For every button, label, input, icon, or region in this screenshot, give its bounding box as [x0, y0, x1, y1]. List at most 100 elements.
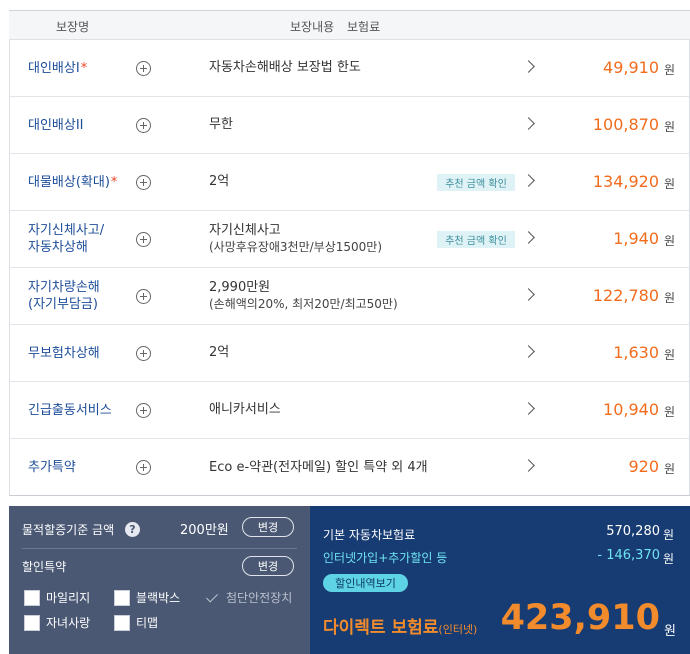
coverage-row[interactable]: 대인배상II 무한 100,870 원 — [10, 97, 689, 154]
coverage-row[interactable]: 긴급출동서비스 애니카서비스 10,940 원 — [10, 382, 689, 439]
checkbox-box[interactable] — [114, 589, 130, 606]
coverage-name-text: 대물배상(확대)* — [28, 174, 117, 191]
premium-unit: 원 — [663, 291, 675, 305]
recommended-amount-badge[interactable]: 추천 금액 확인 — [437, 174, 515, 191]
recommended-amount-badge[interactable]: 추천 금액 확인 — [437, 231, 515, 248]
coverage-row[interactable]: 자기차량손해 (자기부담금) 2,990만원 (손해액의20%, 최저20만/최고50… — [10, 268, 689, 325]
premium-unit: 원 — [663, 462, 675, 476]
checkbox-box[interactable] — [24, 614, 40, 631]
coverage-content-main: 2,990만원 — [209, 280, 271, 295]
coverage-name-text: 자기신체사고/자동차상해 — [28, 222, 104, 256]
chevron-right-icon[interactable] — [522, 231, 535, 244]
premium-unit: 원 — [663, 177, 675, 191]
coverage-name: 추가특약 — [28, 439, 143, 496]
advanced-safety-label: 첨단안전장치 — [226, 591, 293, 605]
blackbox-checkbox[interactable]: 블랙박스 — [114, 589, 180, 606]
premium-amount: 10,940 — [603, 400, 659, 419]
coverage-content-main: 2억 — [209, 174, 230, 189]
coverage-name-line: 대물배상(확대) — [28, 174, 110, 190]
checkbox-box[interactable] — [114, 614, 130, 631]
coverage-name-text: 긴급출동서비스 — [28, 402, 112, 419]
coverage-content-detail: (손해액의20%, 최저20만/최고50만) — [209, 297, 398, 311]
coverage-name-line: 긴급출동서비스 — [28, 402, 112, 418]
change-threshold-button[interactable]: 변경 — [242, 517, 294, 537]
view-discount-details-button[interactable]: 할인내역보기 — [323, 574, 408, 592]
coverage-name: 대인배상II — [28, 97, 143, 153]
expand-plus-icon[interactable] — [136, 61, 151, 76]
discount-label: 인터넷가입+추가할인 등 — [323, 551, 448, 565]
coverage-name-text: 대인배상II — [28, 117, 84, 134]
chevron-right-icon[interactable] — [522, 345, 535, 358]
coverage-content: 자동차손해배상 보장법 한도 — [209, 40, 361, 96]
coverage-name-line: 자기신체사고/ — [28, 223, 105, 238]
mileage-label: 마일리지 — [46, 591, 91, 605]
chevron-right-icon[interactable] — [522, 402, 535, 415]
coverage-row[interactable]: 추가특약 Eco e-약관(전자메일) 할인 특약 외 4개 920 원 — [10, 439, 689, 496]
coverage-row[interactable]: 자기신체사고/자동차상해 자기신체사고 (사망후유장애3천만/부상1500만) 추천 … — [10, 211, 689, 268]
property-damage-threshold-label: 물적할증기준 금액 — [22, 523, 115, 537]
premium-amount: 1,630 — [613, 343, 659, 362]
chevron-right-icon[interactable] — [522, 60, 535, 73]
chevron-right-icon[interactable] — [522, 288, 535, 301]
header-premium: 보험료 — [347, 20, 381, 34]
coverage-content: 2억 — [209, 154, 229, 210]
coverage-row[interactable]: 무보험차상해 2억 1,630 원 — [10, 325, 689, 382]
required-marker: * — [110, 174, 118, 190]
coverage-name-line: 자기차량손해 — [28, 280, 100, 295]
check-icon — [204, 590, 220, 606]
premium-unit: 원 — [663, 120, 675, 134]
coverage-name-text: 무보험차상해 — [28, 345, 100, 362]
coverage-name-line: 무보험차상해 — [28, 345, 100, 361]
tmap-checkbox[interactable]: 티맵 — [114, 614, 158, 631]
premium-amount: 122,780 — [592, 286, 659, 305]
checkbox-box[interactable] — [24, 589, 40, 606]
mileage-checkbox[interactable]: 마일리지 — [24, 589, 90, 606]
coverage-content: 2,990만원 (손해액의20%, 최저20만/최고50만) — [209, 268, 398, 324]
coverage-name-text: 자기차량손해 (자기부담금) — [28, 279, 100, 313]
child-love-checkbox[interactable]: 자녀사랑 — [24, 614, 90, 631]
coverage-name-line: 대인배상II — [28, 117, 84, 133]
advanced-safety-checkbox: 첨단안전장치 — [204, 589, 292, 606]
expand-plus-icon[interactable] — [136, 232, 151, 247]
discount-amount: - 146,370 — [597, 548, 660, 563]
coverage-name-text: 대인배상I* — [28, 60, 87, 77]
chevron-right-icon[interactable] — [522, 459, 535, 472]
coverage-table-header: 보장명 보장내용 보험료 — [9, 10, 690, 40]
coverage-name-line: 대인배상I — [28, 60, 80, 76]
expand-plus-icon[interactable] — [136, 175, 151, 190]
help-icon[interactable]: ? — [125, 522, 140, 537]
coverage-content-main: 무한 — [209, 117, 233, 132]
expand-plus-icon[interactable] — [136, 346, 151, 361]
final-premium-title: 다이렉트 보험료 — [323, 618, 439, 638]
expand-plus-icon[interactable] — [136, 403, 151, 418]
coverage-content-main: 자기신체사고 — [209, 223, 281, 238]
premium-unit: 원 — [663, 348, 675, 362]
coverage-content: 2억 — [209, 325, 229, 381]
premium-summary-panel: 기본 자동차보험료 570,280 원 인터넷가입+추가할인 등 - 146,3… — [310, 506, 690, 654]
coverage-name-text: 추가특약 — [28, 459, 76, 476]
expand-plus-icon[interactable] — [136, 118, 151, 133]
premium-unit: 원 — [663, 234, 675, 248]
expand-plus-icon[interactable] — [136, 289, 151, 304]
premium-amount: 920 — [628, 457, 659, 476]
coverage-name-line: (자기부담금) — [28, 297, 98, 312]
discount-riders-label: 할인특약 — [22, 560, 67, 574]
coverage-content: Eco e-약관(전자메일) 할인 특약 외 4개 — [209, 439, 428, 496]
chevron-right-icon[interactable] — [522, 117, 535, 130]
chevron-right-icon[interactable] — [522, 174, 535, 187]
coverage-name-line: 자동차상해 — [28, 240, 88, 255]
coverage-row[interactable]: 대물배상(확대)* 2억 추천 금액 확인 134,920 원 — [10, 154, 689, 211]
options-panel: 물적할증기준 금액 ? 200만원 변경 할인특약 변경 마일리지 블랙박스 첨… — [9, 506, 310, 654]
coverage-row[interactable]: 대인배상I* 자동차손해배상 보장법 한도 49,910 원 — [10, 40, 689, 97]
coverage-content-main: 2억 — [209, 345, 230, 360]
coverage-name: 무보험차상해 — [28, 325, 143, 381]
coverage-name: 대인배상I* — [28, 40, 143, 96]
base-premium-unit: 원 — [662, 528, 674, 542]
expand-plus-icon[interactable] — [136, 460, 151, 475]
final-premium-subtitle: (인터넷) — [438, 623, 478, 636]
coverage-name: 긴급출동서비스 — [28, 382, 143, 438]
coverage-content: 자기신체사고 (사망후유장애3천만/부상1500만) — [209, 211, 382, 267]
change-discount-button[interactable]: 변경 — [242, 556, 294, 576]
final-premium-unit: 원 — [664, 624, 676, 639]
final-premium-amount: 423,910 — [500, 598, 660, 638]
